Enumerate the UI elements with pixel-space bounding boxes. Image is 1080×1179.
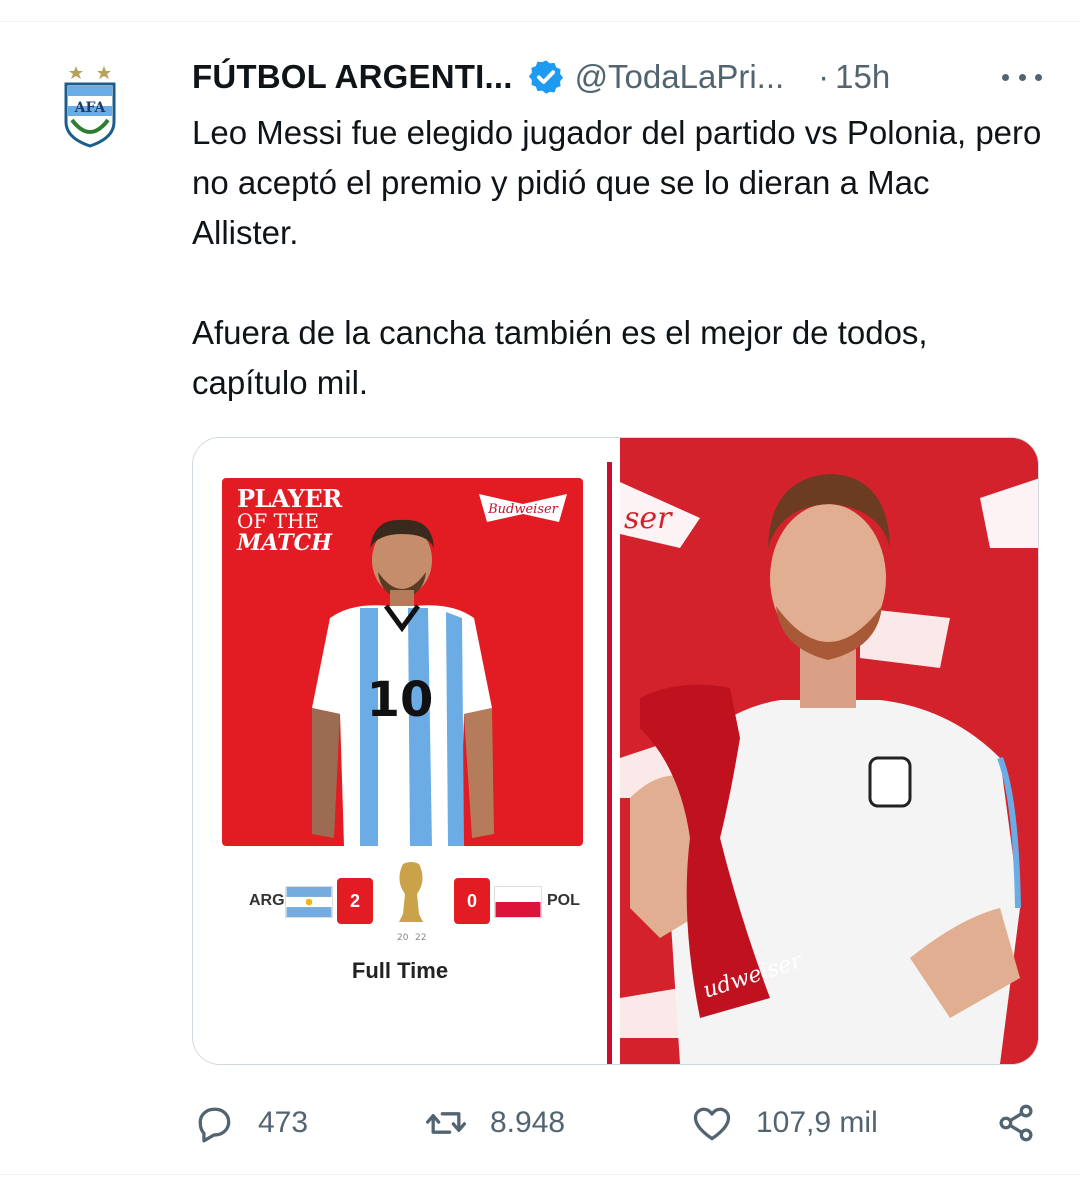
afa-crest-icon: AFA — [64, 66, 116, 148]
argentina-flag-icon — [285, 886, 333, 918]
mac-allister-photo-illustration: ser udweiser — [620, 438, 1038, 1064]
tweet-header: FÚTBOL ARGENTI... @TodaLaPri... · 15h — [192, 52, 1042, 102]
away-team: POL — [547, 892, 580, 909]
score-row: ARG 2 20 22 0 POL — [249, 862, 580, 943]
tweet-timestamp[interactable]: 15h — [835, 58, 890, 96]
avatar[interactable]: AFA — [40, 52, 140, 152]
match-status: Full Time — [351, 958, 449, 983]
share-button[interactable] — [994, 1098, 1038, 1148]
retweet-count: 8.948 — [490, 1106, 566, 1139]
top-divider — [0, 21, 1080, 22]
year-left: 20 — [397, 933, 409, 943]
separator-dot: · — [818, 58, 830, 95]
player-messi-image: 10 — [312, 519, 494, 846]
verified-badge-icon — [528, 60, 563, 94]
home-team: ARG — [249, 892, 285, 909]
player-number: 10 — [367, 672, 434, 728]
poland-flag-icon — [494, 886, 542, 918]
tweet-paragraph-1: Leo Messi fue elegido jugador del partid… — [192, 114, 1042, 251]
tweet-media[interactable]: PLAYER OF THE MATCH Budweiser 10 ARG 2 2… — [192, 437, 1039, 1065]
retweet-icon — [426, 1112, 466, 1134]
media-separator — [607, 462, 612, 1064]
year-right: 22 — [415, 933, 426, 943]
reply-button[interactable]: 473 — [192, 1098, 308, 1148]
heart-icon — [693, 1107, 731, 1141]
reply-icon — [198, 1107, 231, 1143]
more-options-icon[interactable] — [1002, 60, 1042, 94]
bottom-divider — [0, 1174, 1080, 1175]
mac-allister-photo[interactable]: ser udweiser — [620, 438, 1038, 1064]
player-of-the-match-graphic[interactable]: PLAYER OF THE MATCH Budweiser 10 ARG 2 2… — [193, 438, 607, 1064]
display-name[interactable]: FÚTBOL ARGENTI... — [192, 58, 513, 96]
home-score: 2 — [337, 878, 373, 924]
retweet-button[interactable]: 8.948 — [424, 1098, 565, 1148]
away-score: 0 — [454, 878, 490, 924]
reply-count: 473 — [258, 1106, 309, 1139]
like-button[interactable]: 107,9 mil — [690, 1098, 878, 1148]
tweet-text: Leo Messi fue elegido jugador del partid… — [192, 108, 1042, 408]
share-icon — [999, 1104, 1033, 1142]
user-handle[interactable]: @TodaLaPri... — [575, 58, 785, 96]
like-count: 107,9 mil — [756, 1106, 878, 1139]
tweet-paragraph-2: Afuera de la cancha también es el mejor … — [192, 314, 928, 401]
world-cup-trophy-icon: 20 22 — [397, 862, 426, 943]
potm-card: PLAYER OF THE MATCH Budweiser 10 — [222, 478, 583, 846]
svg-text:AFA: AFA — [74, 100, 107, 116]
potm-title-line-1: PLAYER — [237, 484, 342, 513]
backdrop-sponsor-text: ser — [624, 501, 673, 536]
tweet-actions: 473 8.948 107,9 mil — [192, 1098, 1042, 1148]
